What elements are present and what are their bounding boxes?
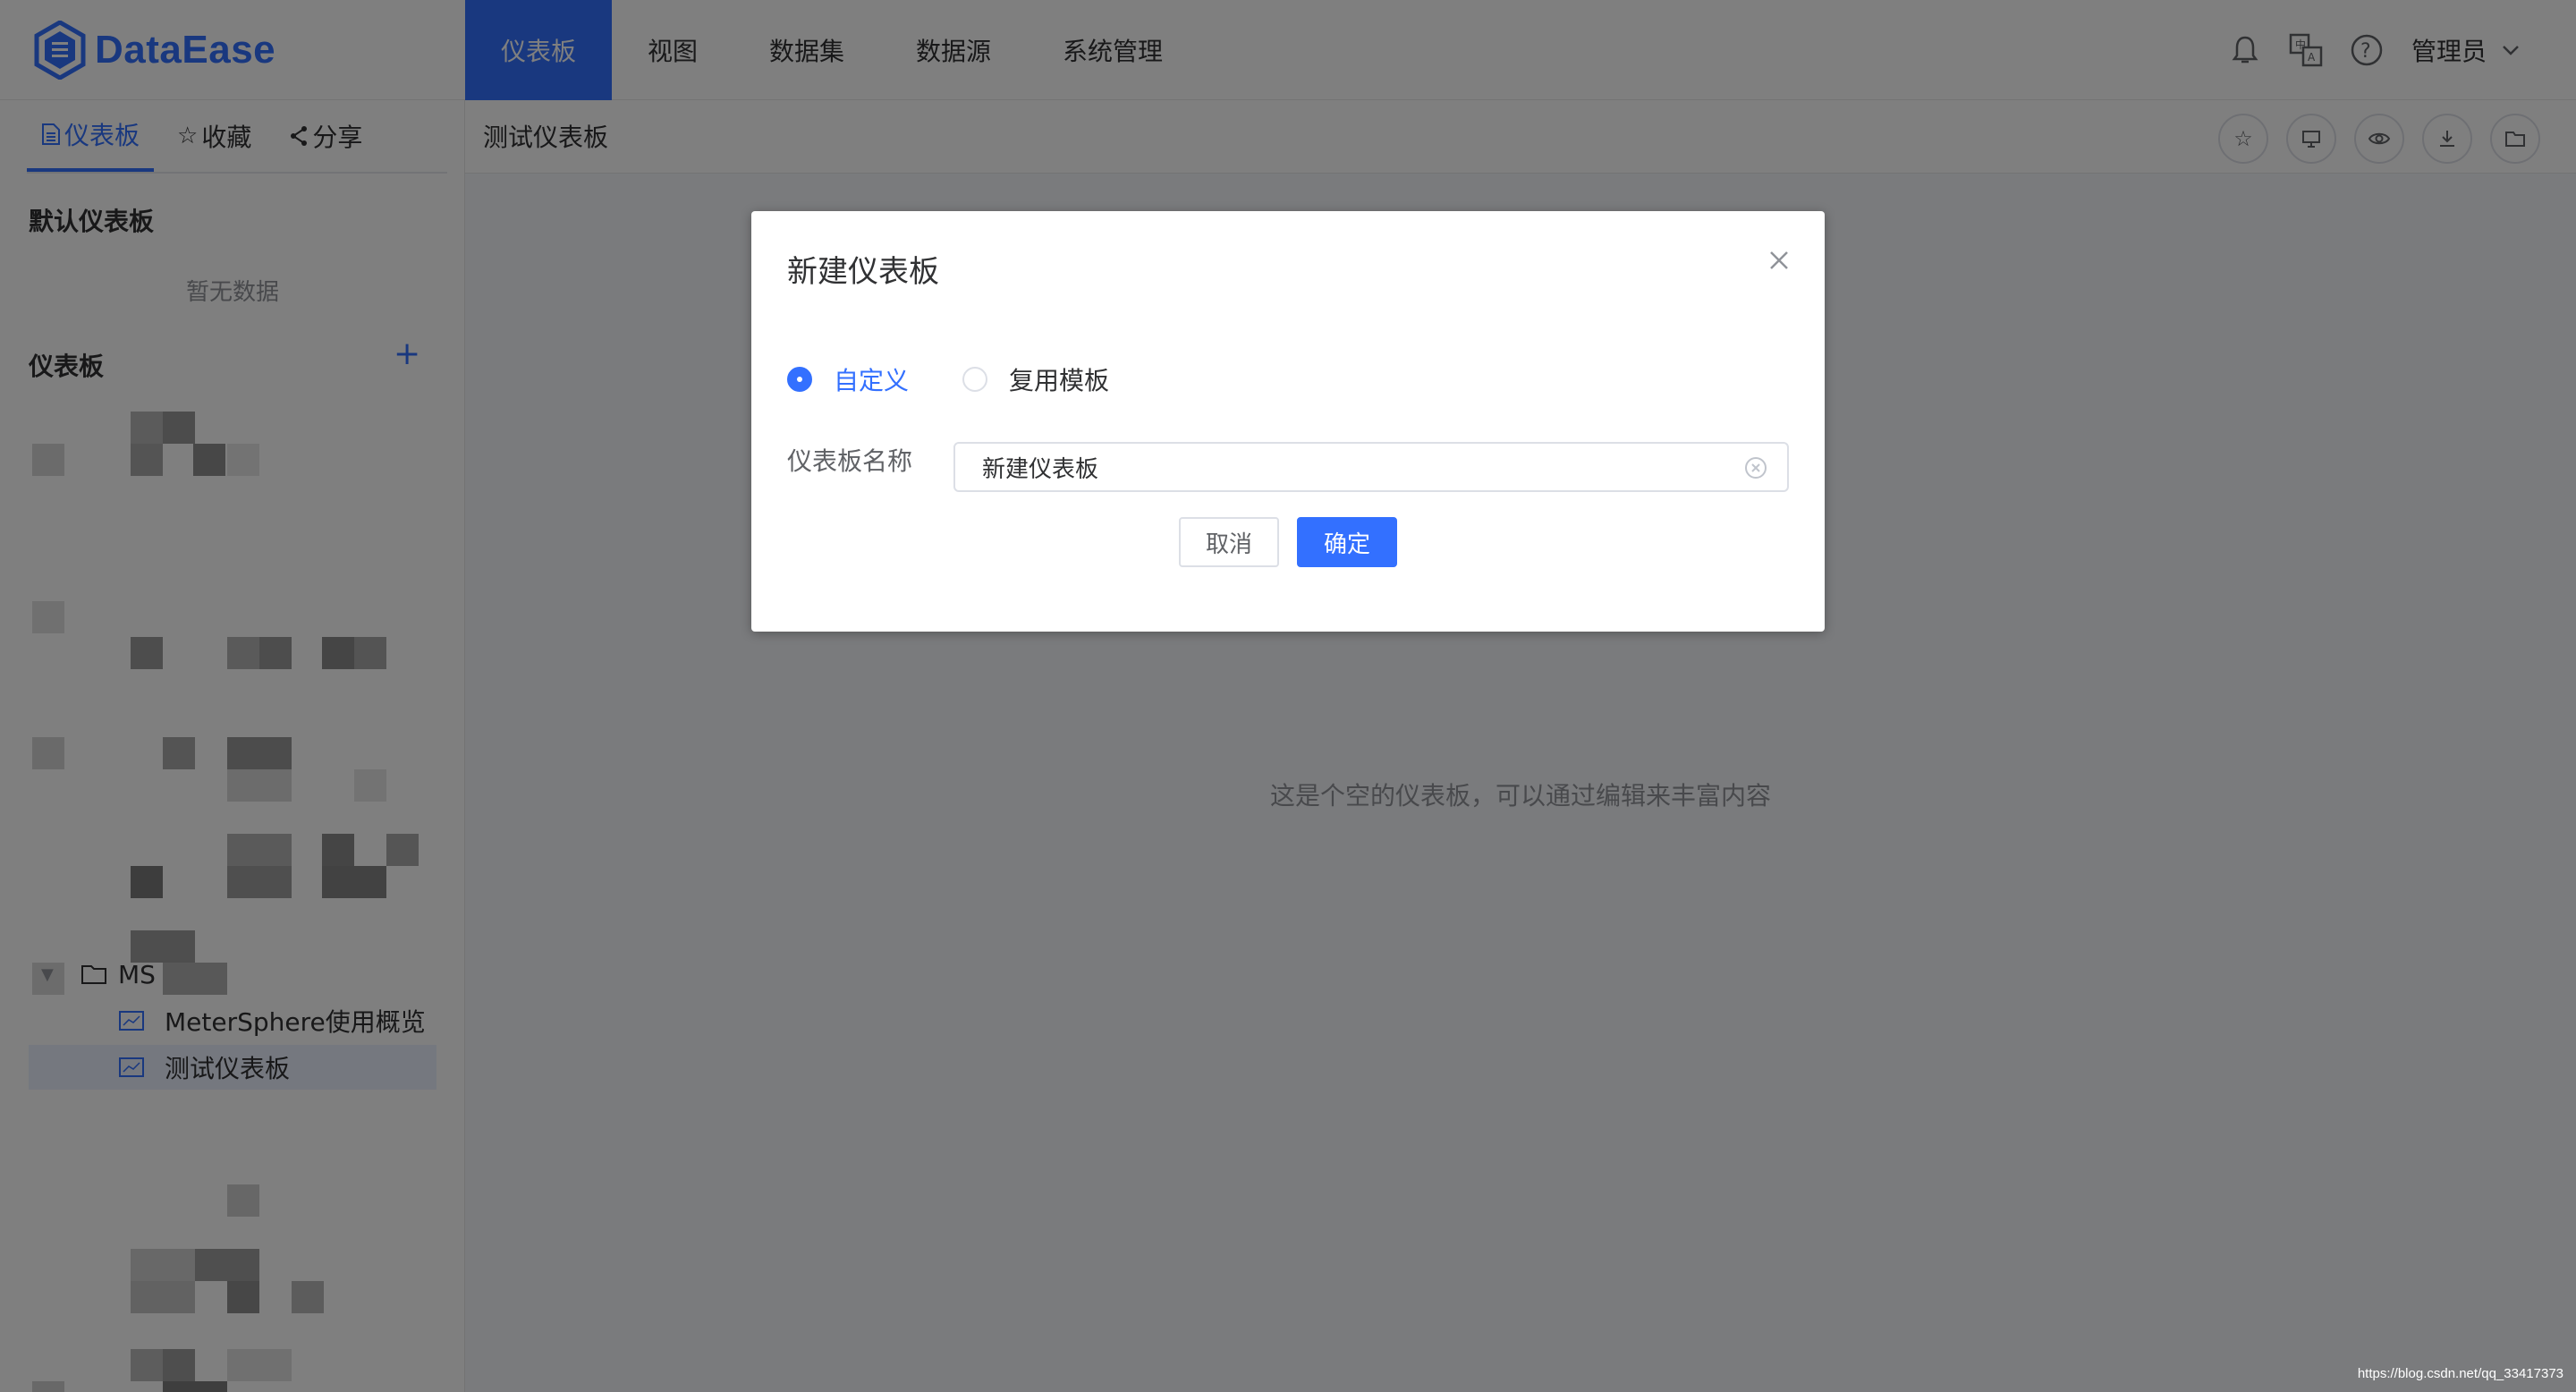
radio-reuse-template[interactable]: 复用模板 (962, 361, 1109, 397)
clear-icon[interactable] (1744, 456, 1767, 480)
cancel-button[interactable]: 取消 (1179, 517, 1279, 567)
watermark: https://blog.csdn.net/qq_33417373 (2357, 1366, 2563, 1381)
new-dashboard-dialog: 新建仪表板 自定义 复用模板 仪表板名称 新建仪表板 取消 确定 (751, 211, 1825, 632)
confirm-button[interactable]: 确定 (1297, 517, 1397, 567)
dashboard-name-label: 仪表板名称 (787, 446, 913, 476)
dashboard-name-value: 新建仪表板 (982, 455, 1099, 483)
radio-circle[interactable] (962, 367, 988, 392)
radio-custom[interactable]: 自定义 (787, 361, 909, 397)
radio-circle[interactable] (787, 367, 812, 392)
close-icon[interactable] (1766, 247, 1792, 274)
dashboard-name-input[interactable]: 新建仪表板 (953, 442, 1789, 492)
dialog-title: 新建仪表板 (787, 254, 939, 290)
radio-label: 复用模板 (1009, 366, 1110, 395)
template-type-radio-group: 自定义 复用模板 (787, 361, 1163, 397)
modal-overlay[interactable] (0, 0, 2576, 1392)
radio-label: 自定义 (834, 366, 910, 395)
